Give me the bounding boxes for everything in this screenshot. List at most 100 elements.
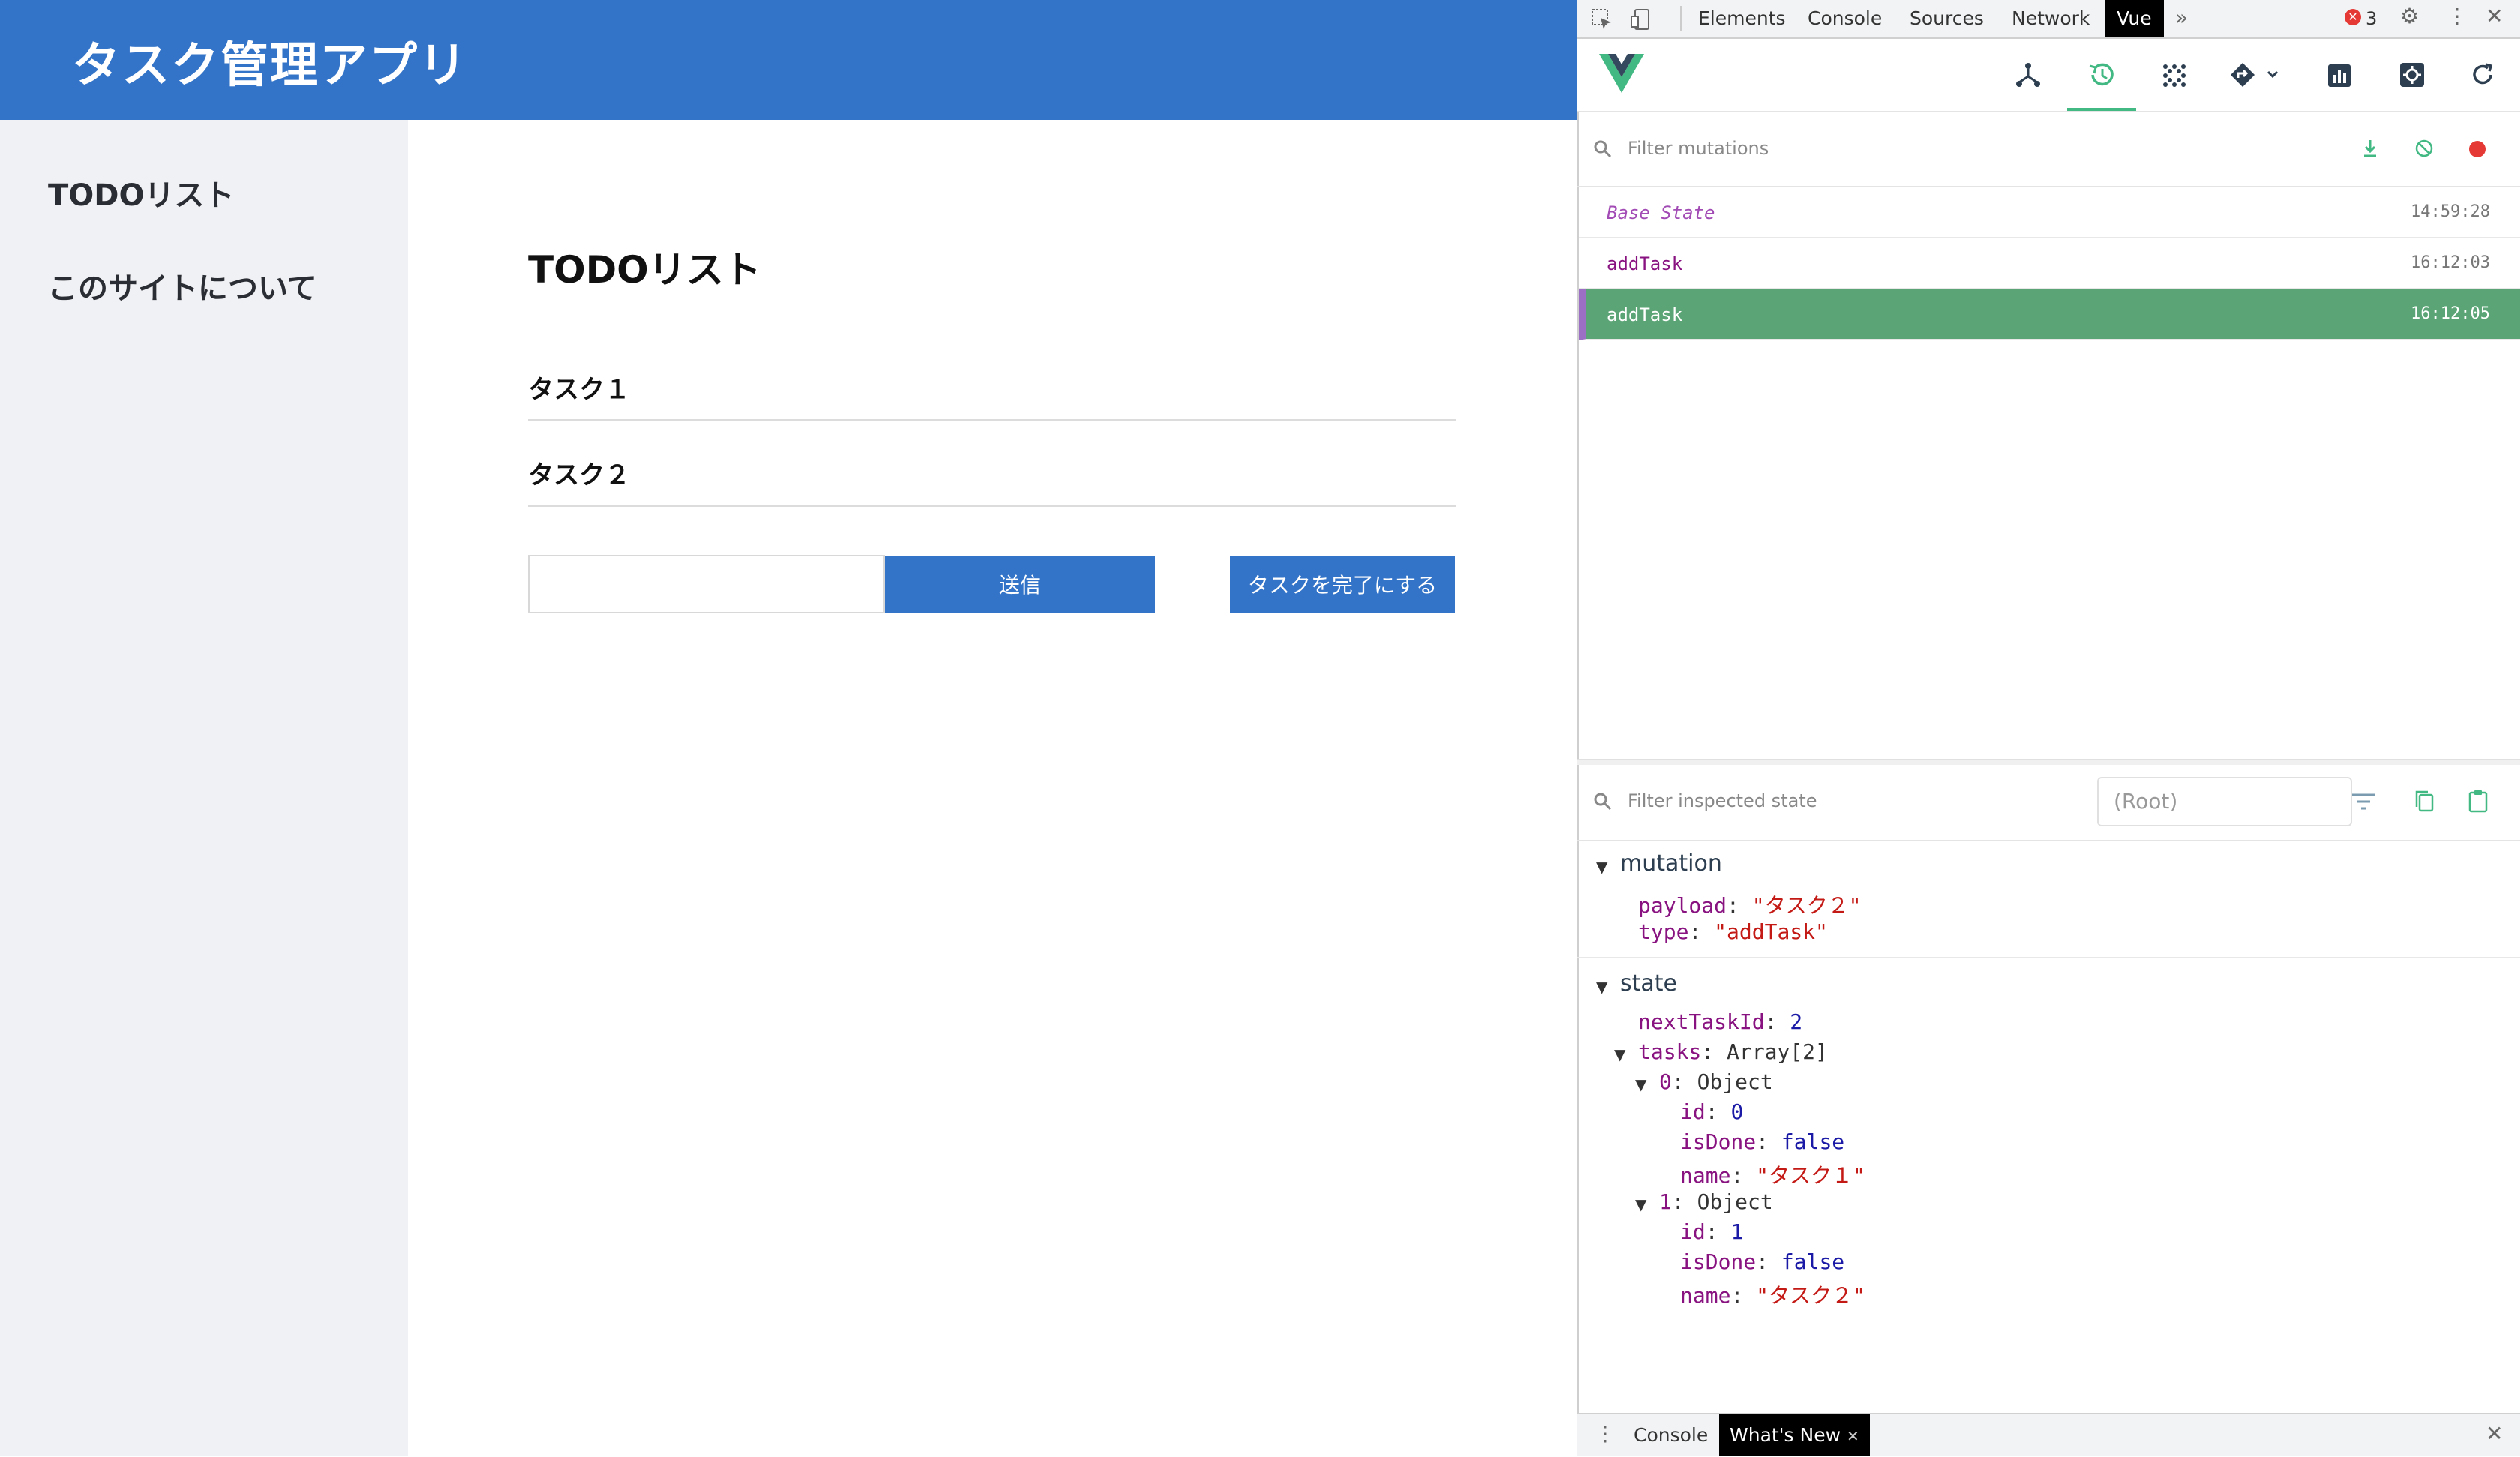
root-select-value: (Root) xyxy=(2114,789,2178,814)
task-item[interactable]: タスク１ xyxy=(528,337,1456,421)
timeline-icon[interactable] xyxy=(2086,60,2116,93)
devtools-drawer xyxy=(1576,1413,2520,1456)
performance-icon[interactable] xyxy=(2326,63,2352,91)
value: 1 xyxy=(1730,1219,1744,1244)
key: payload xyxy=(1638,893,1727,918)
complete-task-button[interactable]: タスクを完了にする xyxy=(1230,556,1455,613)
active-tool-indicator xyxy=(2067,108,2136,111)
key: 0 xyxy=(1659,1069,1672,1094)
sidebar-link-about[interactable]: このサイトについて xyxy=(48,264,317,307)
chevron-double-right-icon[interactable]: » xyxy=(2175,7,2188,28)
router-icon[interactable] xyxy=(2229,61,2283,91)
value: "addTask" xyxy=(1714,919,1828,944)
tab-console[interactable]: Console xyxy=(1808,0,1882,37)
device-toolbar-icon[interactable] xyxy=(1629,7,1653,35)
mutation-row[interactable]: addTask 16:12:03 xyxy=(1579,238,2520,289)
task-label: タスク１ xyxy=(528,375,630,405)
filter-list-icon[interactable] xyxy=(2350,792,2376,814)
value-type: Object xyxy=(1696,1189,1773,1214)
mutation-type: type: "addTask" xyxy=(1638,919,1828,944)
state-tasks[interactable]: tasks: Array[2] xyxy=(1638,1039,1828,1064)
kebab-menu-icon[interactable]: ⋮ xyxy=(2446,6,2468,27)
state-nextTaskId: nextTaskId: 2 xyxy=(1638,1009,1803,1034)
app-sidebar: TODOリスト このサイトについて xyxy=(0,120,408,1456)
key: tasks xyxy=(1638,1039,1702,1064)
task-object-0[interactable]: 0: Object xyxy=(1659,1069,1773,1094)
mutation-time: 16:12:03 xyxy=(2410,253,2490,272)
search-icon xyxy=(1593,792,1612,814)
download-icon[interactable] xyxy=(2360,138,2380,162)
section-state[interactable]: state xyxy=(1620,970,1677,997)
vue-logo-icon xyxy=(1599,54,1644,96)
error-icon[interactable]: ✕ xyxy=(2344,9,2361,25)
task-1-name: name: "タスク２" xyxy=(1680,1283,1865,1308)
tab-vue[interactable]: Vue xyxy=(2104,0,2164,37)
tab-network[interactable]: Network xyxy=(2012,0,2090,37)
state-filter-input[interactable]: Filter inspected state xyxy=(1628,790,1816,811)
paste-icon[interactable] xyxy=(2468,789,2488,816)
close-icon[interactable]: ✕ xyxy=(1846,1427,1859,1445)
mutation-filter-input[interactable]: Filter mutations xyxy=(1628,138,1768,159)
mutation-row-selected[interactable]: addTask 16:12:05 xyxy=(1579,289,2520,340)
refresh-icon[interactable] xyxy=(2469,61,2496,91)
task-item[interactable]: タスク２ xyxy=(528,423,1456,507)
page-title: TODOリスト xyxy=(528,248,761,292)
search-icon xyxy=(1593,139,1612,162)
key: 1 xyxy=(1659,1189,1672,1214)
value: "タスク１" xyxy=(1756,1163,1865,1188)
tabbar-divider xyxy=(1680,6,1682,31)
expand-triangle-icon[interactable]: ▼ xyxy=(1635,1075,1646,1093)
task-0-id: id: 0 xyxy=(1680,1099,1744,1124)
mutation-time: 16:12:05 xyxy=(2410,304,2490,323)
settings-icon[interactable] xyxy=(2398,61,2426,91)
close-icon[interactable]: ✕ xyxy=(2486,6,2503,27)
drawer-tab-label: What's New xyxy=(1730,1424,1841,1446)
expand-triangle-icon[interactable]: ▼ xyxy=(1614,1045,1625,1063)
expand-triangle-icon[interactable]: ▼ xyxy=(1596,978,1607,996)
app-title: タスク管理アプリ xyxy=(72,38,468,94)
clear-icon[interactable] xyxy=(2414,138,2434,162)
section-mutation[interactable]: mutation xyxy=(1620,850,1722,877)
value: 2 xyxy=(1790,1009,1803,1034)
mutation-name: addTask xyxy=(1606,253,1683,274)
key: type xyxy=(1638,919,1689,944)
value-type: Object xyxy=(1696,1069,1773,1094)
inspect-element-icon[interactable] xyxy=(1590,7,1614,35)
app-main xyxy=(408,120,1576,1456)
expand-triangle-icon[interactable]: ▼ xyxy=(1635,1195,1646,1213)
kebab-menu-icon[interactable]: ⋮ xyxy=(1594,1423,1616,1444)
sidebar-link-todo[interactable]: TODOリスト xyxy=(48,171,235,214)
task-input[interactable] xyxy=(528,555,885,613)
send-button[interactable]: 送信 xyxy=(885,556,1155,613)
value-type: Array[2] xyxy=(1726,1039,1828,1064)
task-object-1[interactable]: 1: Object xyxy=(1659,1189,1773,1214)
copy-icon[interactable] xyxy=(2414,789,2434,816)
expand-triangle-icon[interactable]: ▼ xyxy=(1596,858,1607,876)
mutation-row[interactable]: Base State 14:59:28 xyxy=(1579,187,2520,238)
task-0-name: name: "タスク１" xyxy=(1680,1163,1865,1188)
vue-toolbar xyxy=(1576,39,2520,112)
mutation-time: 14:59:28 xyxy=(2410,202,2490,221)
tab-elements[interactable]: Elements xyxy=(1698,0,1786,37)
drawer-tab-whats-new[interactable]: What's New ✕ xyxy=(1719,1414,1870,1456)
value: false xyxy=(1780,1249,1845,1274)
value: "タスク２" xyxy=(1751,893,1862,918)
mutation-name: addTask xyxy=(1606,304,1683,325)
tab-sources[interactable]: Sources xyxy=(1910,0,1984,37)
components-icon[interactable] xyxy=(2014,61,2042,91)
task-0-isDone: isDone: false xyxy=(1680,1129,1845,1154)
error-count[interactable]: 3 xyxy=(2366,8,2377,29)
task-1-isDone: isDone: false xyxy=(1680,1249,1845,1274)
vuex-icon[interactable] xyxy=(2162,63,2187,91)
mutation-payload: payload: "タスク２" xyxy=(1638,893,1862,918)
gear-icon[interactable]: ⚙ xyxy=(2400,6,2419,27)
value: "タスク２" xyxy=(1756,1283,1865,1308)
value: 0 xyxy=(1730,1099,1744,1124)
task-label: タスク２ xyxy=(528,460,630,490)
record-icon[interactable] xyxy=(2469,141,2486,157)
section-divider xyxy=(1576,957,2520,958)
mutation-name: Base State xyxy=(1606,202,1715,223)
drawer-tab-console[interactable]: Console xyxy=(1634,1414,1708,1456)
close-drawer-icon[interactable]: ✕ xyxy=(2486,1423,2503,1444)
value: false xyxy=(1780,1129,1845,1154)
